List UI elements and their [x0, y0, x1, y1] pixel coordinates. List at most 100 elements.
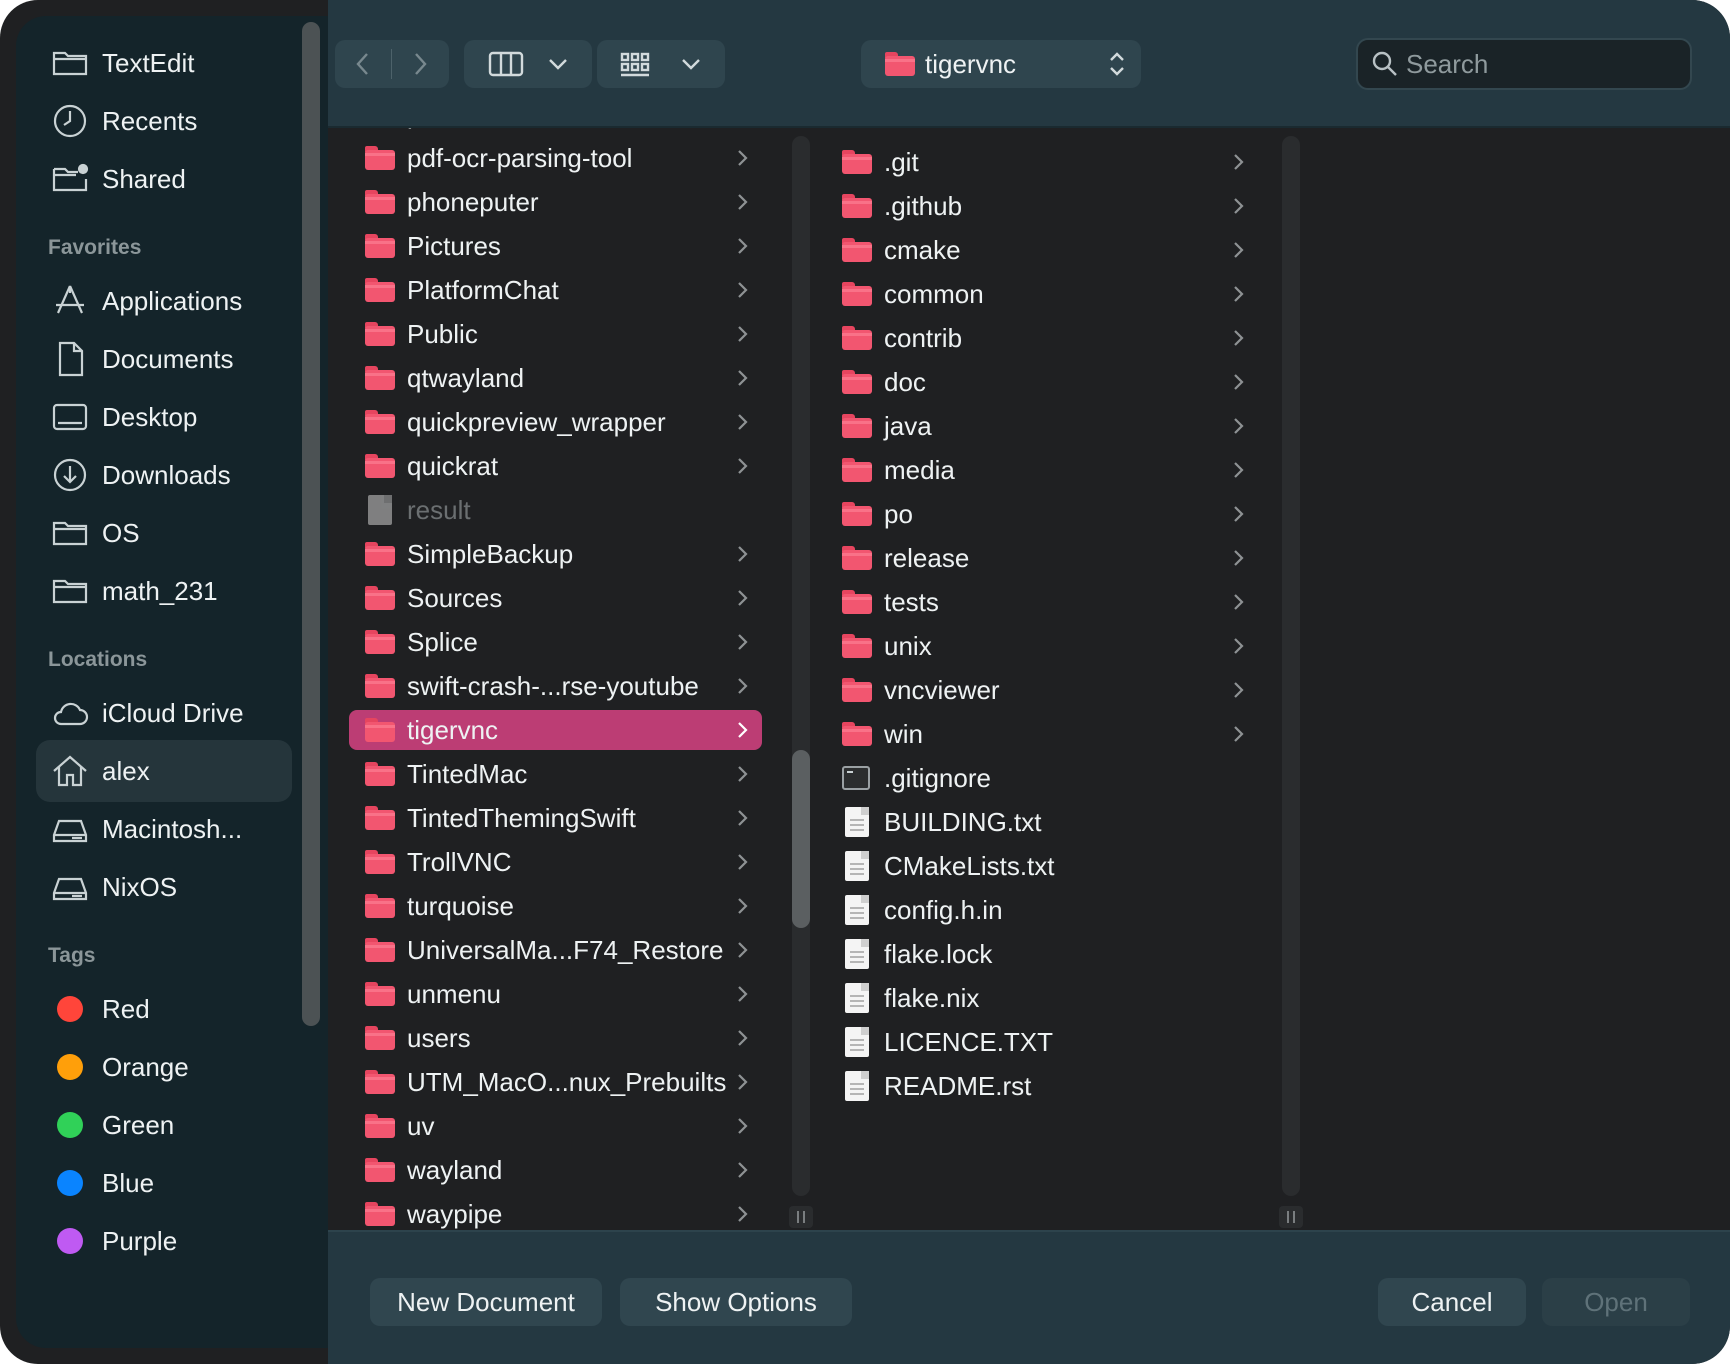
tag-red[interactable]: Red: [36, 978, 292, 1040]
sidebar-item-applications[interactable]: Applications: [36, 270, 292, 332]
sidebar-item-icloud-drive[interactable]: iCloud Drive: [36, 682, 292, 744]
file-name: swift-crash-...rse-youtube: [407, 670, 699, 701]
sidebar-item-textedit[interactable]: TextEdit: [36, 32, 292, 94]
file-row-gitignore[interactable]: .gitignore: [826, 758, 1258, 798]
file-row-tintedthemingswift[interactable]: TintedThemingSwift: [349, 798, 762, 838]
file-row-pdf-ocr-parsing-tool[interactable]: pdf-ocr-parsing-tool: [349, 138, 762, 178]
file-row-flake-nix[interactable]: flake.nix: [826, 978, 1258, 1018]
file-row-tigervnc[interactable]: tigervnc: [349, 710, 762, 750]
sidebar-item-recents[interactable]: Recents: [36, 90, 292, 152]
file-row-release[interactable]: release: [826, 538, 1258, 578]
tag-orange[interactable]: Orange: [36, 1036, 292, 1098]
sidebar-item-shared[interactable]: Shared: [36, 148, 292, 210]
forward-button[interactable]: [392, 40, 448, 88]
file-row-building-txt[interactable]: BUILDING.txt: [826, 802, 1258, 842]
file-name: po: [884, 498, 913, 529]
column-2-resize-handle[interactable]: [1279, 1206, 1303, 1228]
clock-icon: [40, 90, 100, 152]
file-row-public[interactable]: Public: [349, 314, 762, 354]
file-row-path[interactable]: path: [349, 128, 762, 134]
file-row-tests[interactable]: tests: [826, 582, 1258, 622]
file-row-universalma-f74-restore[interactable]: UniversalMa...F74_Restore: [349, 930, 762, 970]
file-row-doc[interactable]: doc: [826, 362, 1258, 402]
file-row-simplebackup[interactable]: SimpleBackup: [349, 534, 762, 574]
column-2-scrollbar-track[interactable]: [1282, 136, 1300, 1196]
view-mode-button[interactable]: [464, 40, 592, 88]
file-row-turquoise[interactable]: turquoise: [349, 886, 762, 926]
column-1-scrollbar-thumb[interactable]: [792, 750, 810, 928]
folder-icon: [842, 150, 872, 174]
tag-blue[interactable]: Blue: [36, 1152, 292, 1214]
file-row-quickpreview-wrapper[interactable]: quickpreview_wrapper: [349, 402, 762, 442]
tag-purple[interactable]: Purple: [36, 1210, 292, 1272]
file-row-trollvnc[interactable]: TrollVNC: [349, 842, 762, 882]
file-name: users: [407, 1022, 471, 1053]
file-row-flake-lock[interactable]: flake.lock: [826, 934, 1258, 974]
file-row-win[interactable]: win: [826, 714, 1258, 754]
tag-label: Red: [102, 993, 150, 1024]
group-button[interactable]: [597, 40, 725, 88]
search-field[interactable]: Search: [1356, 38, 1692, 90]
file-row-git[interactable]: .git: [826, 142, 1258, 182]
tag-green[interactable]: Green: [36, 1094, 292, 1156]
chevron-right-icon: [732, 366, 752, 390]
chevron-right-icon: [732, 1202, 752, 1226]
file-row-licence-txt[interactable]: LICENCE.TXT: [826, 1022, 1258, 1062]
file-row-contrib[interactable]: contrib: [826, 318, 1258, 358]
sidebar-item-alex[interactable]: alex: [36, 740, 292, 802]
file-row-result[interactable]: result: [349, 490, 762, 530]
file-row-github[interactable]: .github: [826, 186, 1258, 226]
file-name: Sources: [407, 582, 503, 613]
folder-icon: [365, 630, 395, 654]
tag-label: Green: [102, 1109, 175, 1140]
sidebar-item-desktop[interactable]: Desktop: [36, 386, 292, 448]
new-document-button[interactable]: New Document: [370, 1278, 602, 1326]
file-row-utm-maco-nux-prebuilts[interactable]: UTM_MacO...nux_Prebuilts: [349, 1062, 762, 1102]
file-row-quickrat[interactable]: quickrat: [349, 446, 762, 486]
file-row-media[interactable]: media: [826, 450, 1258, 490]
folder-icon: [365, 542, 395, 566]
sidebar-item-downloads[interactable]: Downloads: [36, 444, 292, 506]
file-row-cmake[interactable]: cmake: [826, 230, 1258, 270]
file-name: flake.nix: [884, 982, 980, 1013]
file-name: quickrat: [407, 450, 499, 481]
sidebar-scrollbar[interactable]: [302, 22, 320, 1026]
file-row-readme-rst[interactable]: README.rst: [826, 1066, 1258, 1106]
file-row-unmenu[interactable]: unmenu: [349, 974, 762, 1014]
show-options-button[interactable]: Show Options: [620, 1278, 852, 1326]
file-row-uv[interactable]: uv: [349, 1106, 762, 1146]
file-row-tintedmac[interactable]: TintedMac: [349, 754, 762, 794]
file-row-java[interactable]: java: [826, 406, 1258, 446]
file-row-sources[interactable]: Sources: [349, 578, 762, 618]
file-row-qtwayland[interactable]: qtwayland: [349, 358, 762, 398]
sidebar-item-documents[interactable]: Documents: [36, 328, 292, 390]
sidebar-item-os[interactable]: OS: [36, 502, 292, 564]
file-row-po[interactable]: po: [826, 494, 1258, 534]
back-button[interactable]: [335, 40, 391, 88]
file-row-waypipe[interactable]: waypipe: [349, 1194, 762, 1230]
column-1-scrollbar-track[interactable]: [792, 136, 810, 1196]
sidebar-item-math-231[interactable]: math_231: [36, 560, 292, 622]
sidebar-item-macintosh[interactable]: Macintosh...: [36, 798, 292, 860]
cancel-button[interactable]: Cancel: [1378, 1278, 1526, 1326]
file-row-unix[interactable]: unix: [826, 626, 1258, 666]
file-row-config-h-in[interactable]: config.h.in: [826, 890, 1258, 930]
chevron-right-icon: [732, 718, 752, 742]
open-button[interactable]: Open: [1542, 1278, 1690, 1326]
file-row-pictures[interactable]: Pictures: [349, 226, 762, 266]
file-row-vncviewer[interactable]: vncviewer: [826, 670, 1258, 710]
path-popup[interactable]: tigervnc: [861, 40, 1141, 88]
file-row-users[interactable]: users: [349, 1018, 762, 1058]
sidebar-item-nixos[interactable]: NixOS: [36, 856, 292, 918]
file-row-wayland[interactable]: wayland: [349, 1150, 762, 1190]
file-name: cmake: [884, 234, 961, 265]
file-row-swift-crash-rse-youtube[interactable]: swift-crash-...rse-youtube: [349, 666, 762, 706]
file-name: doc: [884, 366, 926, 397]
column-1-resize-handle[interactable]: [789, 1206, 813, 1228]
file-row-phoneputer[interactable]: phoneputer: [349, 182, 762, 222]
file-row-cmakelists-txt[interactable]: CMakeLists.txt: [826, 846, 1258, 886]
file-row-splice[interactable]: Splice: [349, 622, 762, 662]
file-row-common[interactable]: common: [826, 274, 1258, 314]
file-row-platformchat[interactable]: PlatformChat: [349, 270, 762, 310]
folder-icon: [842, 370, 872, 394]
